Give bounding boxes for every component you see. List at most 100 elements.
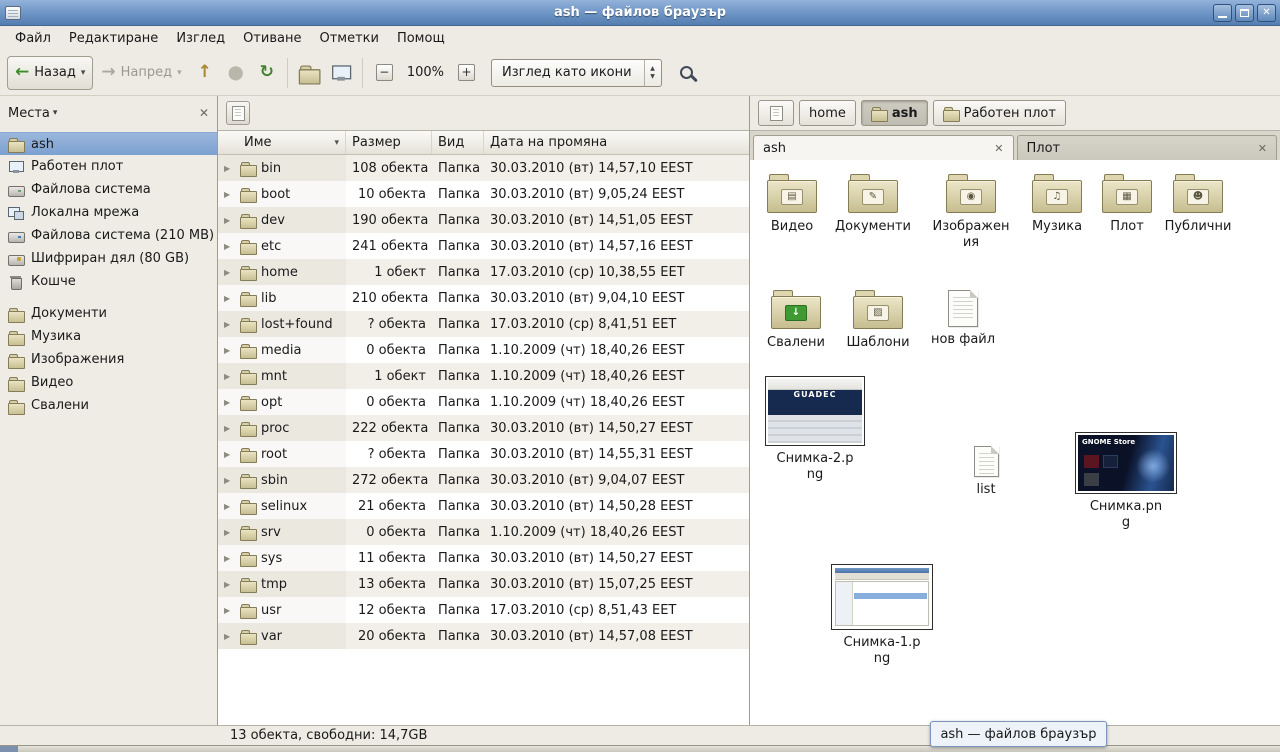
file-row[interactable]: ▶lib210 обектаПапка30.03.2010 (вт) 9,04,… <box>218 285 749 311</box>
search-button[interactable] <box>672 56 701 90</box>
file-row[interactable]: ▶etc241 обектаПапка30.03.2010 (вт) 14,57… <box>218 233 749 259</box>
zoom-in-button[interactable]: + <box>450 56 483 90</box>
expander-icon[interactable]: ▶ <box>224 268 235 277</box>
icon-view-item[interactable]: нов файл <box>919 290 1007 348</box>
stop-button[interactable]: ⬤ <box>220 56 252 90</box>
column-header[interactable]: Размер <box>346 131 432 154</box>
file-row[interactable]: ▶media0 обектаПапка1.10.2009 (чт) 18,40,… <box>218 337 749 363</box>
sidebar-item[interactable]: Изображения <box>0 348 217 371</box>
menu-item[interactable]: Помощ <box>388 29 454 48</box>
view-mode-select[interactable]: Изглед като икони ▲ ▼ <box>491 59 662 87</box>
sidebar-item[interactable]: Видео <box>0 371 217 394</box>
menu-item[interactable]: Отметки <box>310 29 387 48</box>
path-button[interactable]: ash <box>861 100 928 126</box>
expander-icon[interactable]: ▶ <box>224 294 235 303</box>
menu-item[interactable]: Редактиране <box>60 29 167 48</box>
file-row[interactable]: ▶sys11 обектаПапка30.03.2010 (вт) 14,50,… <box>218 545 749 571</box>
column-header[interactable]: Име▾ <box>218 131 346 154</box>
file-row[interactable]: ▶tmp13 обектаПапка30.03.2010 (вт) 15,07,… <box>218 571 749 597</box>
file-row[interactable]: ▶bin108 обектаПапка30.03.2010 (вт) 14,57… <box>218 155 749 181</box>
sidebar-item[interactable]: Свалени <box>0 394 217 417</box>
icon-view-item[interactable]: ☻Публични <box>1154 174 1242 235</box>
expander-icon[interactable]: ▶ <box>224 528 235 537</box>
menu-item[interactable]: Файл <box>6 29 60 48</box>
path-button[interactable] <box>758 100 794 126</box>
sidebar-item[interactable]: Музика <box>0 325 217 348</box>
expander-icon[interactable]: ▶ <box>224 190 235 199</box>
sidebar-item[interactable]: Файлова система (210 MB) <box>0 224 217 247</box>
file-row[interactable]: ▶opt0 обектаПапка1.10.2009 (чт) 18,40,26… <box>218 389 749 415</box>
reload-button[interactable]: ↻ <box>252 56 282 90</box>
expander-icon[interactable]: ▶ <box>224 606 235 615</box>
titlebar[interactable]: ash — файлов браузър ✕ <box>0 0 1280 26</box>
menu-item[interactable]: Отиване <box>234 29 310 48</box>
tab[interactable]: Плот✕ <box>1017 135 1278 160</box>
view-mode-spinner-icon[interactable]: ▲ ▼ <box>644 60 661 86</box>
sidebar-item[interactable]: Файлова система <box>0 178 217 201</box>
expander-icon[interactable]: ▶ <box>224 164 235 173</box>
expander-icon[interactable]: ▶ <box>224 320 235 329</box>
expander-icon[interactable]: ▶ <box>224 580 235 589</box>
expander-icon[interactable]: ▶ <box>224 372 235 381</box>
sidebar-item[interactable]: Шифриран дял (80 GB) <box>0 247 217 270</box>
file-row[interactable]: ▶selinux21 обектаПапка30.03.2010 (вт) 14… <box>218 493 749 519</box>
file-row[interactable]: ▶usr12 обектаПапка17.03.2010 (ср) 8,51,4… <box>218 597 749 623</box>
icon-view-item[interactable]: ▤Видео <box>750 174 836 235</box>
back-dropdown-icon[interactable]: ▾ <box>81 68 86 78</box>
tab-close-icon[interactable]: ✕ <box>994 142 1003 155</box>
up-button[interactable]: ↑ <box>190 56 220 90</box>
file-row[interactable]: ▶mnt1 обектПапка1.10.2009 (чт) 18,40,26 … <box>218 363 749 389</box>
icon-view-item[interactable]: ◉Изображения <box>927 174 1015 250</box>
places-close-icon[interactable]: ✕ <box>199 106 209 120</box>
close-button[interactable]: ✕ <box>1257 4 1276 22</box>
file-row[interactable]: ▶boot10 обектаПапка30.03.2010 (вт) 9,05,… <box>218 181 749 207</box>
sidebar-item[interactable]: Документи <box>0 302 217 325</box>
expander-icon[interactable]: ▶ <box>224 242 235 251</box>
expander-icon[interactable]: ▶ <box>224 346 235 355</box>
file-row[interactable]: ▶var20 обектаПапка30.03.2010 (вт) 14,57,… <box>218 623 749 649</box>
icon-view-item[interactable]: ✎Документи <box>829 174 917 235</box>
tab-close-icon[interactable]: ✕ <box>1258 142 1267 155</box>
icon-view-item[interactable]: list <box>942 446 1030 498</box>
icon-view-item[interactable]: ▨Шаблони <box>834 290 922 351</box>
panel-applet-icon[interactable] <box>0 746 18 752</box>
column-header[interactable]: Вид <box>432 131 484 154</box>
back-button[interactable]: ← Назад ▾ <box>7 56 93 90</box>
maximize-button[interactable] <box>1235 4 1254 22</box>
icon-view-item[interactable]: GUADECСнимка-2.png <box>763 376 867 482</box>
file-row[interactable]: ▶sbin272 обектаПапка30.03.2010 (вт) 9,04… <box>218 467 749 493</box>
expander-icon[interactable]: ▶ <box>224 554 235 563</box>
file-row[interactable]: ▶root? обектаПапка30.03.2010 (вт) 14,55,… <box>218 441 749 467</box>
sidebar-item[interactable]: Кошче <box>0 270 217 293</box>
places-dropdown-icon[interactable]: ▾ <box>53 108 58 118</box>
file-row[interactable]: ▶home1 обектПапка17.03.2010 (ср) 10,38,5… <box>218 259 749 285</box>
sidebar-item[interactable]: Работен плот <box>0 155 217 178</box>
computer-button[interactable] <box>325 56 357 90</box>
pane-location-button[interactable] <box>226 101 250 125</box>
sidebar-item[interactable]: ash <box>0 132 217 155</box>
menu-item[interactable]: Изглед <box>167 29 234 48</box>
minimize-button[interactable] <box>1213 4 1232 22</box>
sidebar-item[interactable]: Локална мрежа <box>0 201 217 224</box>
expander-icon[interactable]: ▶ <box>224 424 235 433</box>
expander-icon[interactable]: ▶ <box>224 216 235 225</box>
icon-view-item[interactable]: ↓Свалени <box>752 290 840 351</box>
expander-icon[interactable]: ▶ <box>224 632 235 641</box>
taskbar-window-button[interactable]: ash — файлов браузър <box>930 721 1107 747</box>
icon-view-item[interactable]: GNOME StoreСнимка.png <box>1074 432 1178 530</box>
home-button[interactable] <box>293 56 325 90</box>
expander-icon[interactable]: ▶ <box>224 398 235 407</box>
places-title[interactable]: Места <box>8 106 50 121</box>
zoom-out-button[interactable]: − <box>368 56 401 90</box>
file-row[interactable]: ▶dev190 обектаПапка30.03.2010 (вт) 14,51… <box>218 207 749 233</box>
expander-icon[interactable]: ▶ <box>224 502 235 511</box>
path-button[interactable]: home <box>799 100 856 126</box>
file-row[interactable]: ▶srv0 обектаПапка1.10.2009 (чт) 18,40,26… <box>218 519 749 545</box>
file-row[interactable]: ▶proc222 обектаПапка30.03.2010 (вт) 14,5… <box>218 415 749 441</box>
file-row[interactable]: ▶lost+found? обектаПапка17.03.2010 (ср) … <box>218 311 749 337</box>
expander-icon[interactable]: ▶ <box>224 476 235 485</box>
icon-view-item[interactable]: Снимка-1.png <box>830 564 934 666</box>
column-header[interactable]: Дата на промяна <box>484 131 749 154</box>
expander-icon[interactable]: ▶ <box>224 450 235 459</box>
forward-button[interactable]: → Напред ▾ <box>93 56 189 90</box>
